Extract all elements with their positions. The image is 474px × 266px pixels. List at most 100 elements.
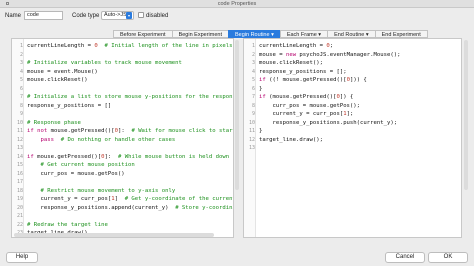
left-vertical-scrollbar[interactable] [235, 40, 239, 190]
code-line[interactable]: 7 if (mouse.getPressed()[0]) { [244, 93, 461, 102]
line-number: 4 [251, 68, 255, 75]
cancel-button[interactable]: Cancel [385, 252, 425, 263]
code-text: # Response phase [27, 119, 81, 126]
tab-end-experiment[interactable]: End Experiment [374, 30, 428, 38]
code-line[interactable]: 18 # Restrict mouse movement to y-axis o… [12, 187, 233, 196]
code-text: } [259, 128, 263, 134]
line-number: 14 [16, 153, 23, 160]
tab-begin-experiment[interactable]: Begin Experiment [171, 30, 228, 38]
code-text: response_y_positions.append(current_y) #… [27, 204, 233, 211]
code-line[interactable]: 6} [244, 85, 461, 94]
code-line[interactable]: 20 response_y_positions.append(current_y… [12, 204, 233, 213]
tab-before-experiment[interactable]: Before Experiment [113, 30, 172, 38]
code-line[interactable]: 2 [12, 51, 233, 60]
tab-each-frame[interactable]: Each Frame ▾ [279, 30, 328, 38]
code-line[interactable]: 22 # Redraw the target line [12, 221, 233, 230]
python-code-editor[interactable]: 1 currentLineLength = 0 # Initial length … [11, 38, 234, 238]
code-line[interactable]: 1 currentLineLength = 0 # Initial length … [12, 42, 233, 51]
code-text: response_y_positions.push(current_y); [259, 119, 398, 126]
line-number: 18 [16, 187, 23, 194]
code-text: # Initialize a list to store mouse y-pos… [27, 94, 234, 100]
code-line[interactable]: 3 # Initialize variables to track mouse m… [12, 59, 233, 68]
code-text: mouse = event.Mouse() [27, 68, 98, 75]
code-text: currentLineLength = 0 # Initial length o… [27, 43, 233, 49]
line-number: 22 [16, 221, 23, 228]
disabled-label: disabled [146, 13, 169, 19]
ok-button[interactable]: OK [428, 252, 468, 263]
code-type-value: Auto->JS [104, 12, 127, 18]
name-field[interactable]: code [24, 11, 63, 20]
line-number: 6 [251, 85, 255, 92]
code-type-select[interactable]: Auto->JS ▾ [101, 11, 134, 20]
code-line[interactable]: 5 mouse.clickReset() [12, 76, 233, 85]
right-vertical-scrollbar[interactable] [464, 40, 468, 190]
code-text: # Restrict mouse movement to y-axis only [40, 187, 176, 194]
code-text: # Get current mouse position [40, 162, 135, 168]
code-line[interactable]: 9 current_y = curr_pos[1]; [244, 110, 461, 119]
left-horizontal-scrollbar[interactable] [14, 233, 214, 237]
line-number: 2 [19, 51, 23, 58]
code-line[interactable]: 15 # Get current mouse position [12, 161, 233, 170]
tab-begin-routine[interactable]: Begin Routine ▾ [227, 30, 280, 38]
code-line[interactable]: 19 current_y = curr_pos[1] # Get y-coord… [12, 195, 233, 204]
code-line[interactable]: 12 pass # Do nothing or handle other cas… [12, 136, 233, 145]
code-line[interactable]: 1 currentLineLength = 0; [244, 42, 461, 51]
line-number: 9 [19, 111, 23, 117]
line-number: 5 [251, 77, 255, 83]
code-text: response_y_positions = [] [27, 102, 112, 109]
code-line[interactable]: 8 curr_pos = mouse.getPos(); [244, 102, 461, 111]
code-line[interactable]: 3 mouse.clickReset(); [244, 59, 461, 68]
code-line[interactable]: 4 response_y_positions = []; [244, 68, 461, 77]
code-text: currentLineLength = 0; [259, 43, 334, 49]
code-line[interactable]: 12 target_line.draw(); [244, 136, 461, 145]
code-line[interactable]: 11} [244, 127, 461, 136]
code-text: target_line.draw(); [259, 136, 323, 143]
line-number: 7 [19, 94, 23, 100]
dialog-footer: Help Cancel OK [0, 240, 474, 266]
code-line[interactable]: 11 if not mouse.getPressed()[0]: # Wait f… [12, 127, 233, 136]
code-text: current_y = curr_pos[1] # Get y-coordina… [27, 196, 234, 202]
javascript-code-editor[interactable]: 1 currentLineLength = 0; 2 mouse = new psyc… [243, 38, 462, 238]
line-number: 12 [248, 136, 255, 143]
code-line[interactable]: 7 # Initialize a list to store mouse y-po… [12, 93, 233, 102]
line-number: 5 [19, 77, 23, 83]
line-number: 21 [16, 213, 23, 219]
disabled-checkbox[interactable] [138, 12, 144, 18]
line-number: 13 [16, 145, 23, 151]
code-line[interactable]: 13 [12, 144, 233, 153]
code-line[interactable]: 21 [12, 212, 233, 221]
code-line[interactable]: 13 [244, 144, 461, 153]
code-text: mouse.clickReset() [27, 77, 88, 83]
properties-row: Name code Code type Auto->JS ▾ disabled [0, 9, 474, 29]
code-line[interactable]: 16 curr_pos = mouse.getPos() [12, 170, 233, 179]
code-line[interactable]: 14 if mouse.getPressed()[0]: # While mous… [12, 153, 233, 162]
code-line[interactable]: 4 mouse = event.Mouse() [12, 68, 233, 77]
tab-bar: Before Experiment Begin Experiment Begin… [113, 30, 428, 38]
code-line[interactable]: 10 # Response phase [12, 119, 233, 128]
code-line[interactable]: 24 [12, 238, 233, 239]
line-number: 20 [16, 204, 23, 211]
help-button[interactable]: Help [6, 252, 38, 263]
code-line[interactable]: 17 [12, 178, 233, 187]
tab-end-routine[interactable]: End Routine ▾ [327, 30, 375, 38]
code-line[interactable]: 2 mouse = new psychoJS.eventManager.Mouse… [244, 51, 461, 60]
line-number: 8 [251, 102, 255, 109]
code-text: mouse.clickReset(); [259, 60, 323, 66]
code-text: # Redraw the target line [27, 221, 108, 228]
line-number: 10 [248, 119, 255, 126]
code-text: response_y_positions = []; [259, 68, 347, 75]
code-line[interactable]: 8 response_y_positions = [] [12, 102, 233, 111]
line-number: 16 [16, 170, 23, 177]
line-number: 1 [19, 43, 23, 49]
code-line[interactable]: 6 [12, 85, 233, 94]
code-line[interactable]: 9 [12, 110, 233, 119]
line-number: 15 [16, 162, 23, 168]
line-number: 2 [251, 51, 255, 58]
code-line[interactable]: 10 response_y_positions.push(current_y); [244, 119, 461, 128]
line-number: 13 [248, 145, 255, 151]
line-number: 19 [16, 196, 23, 202]
line-number: 11 [16, 128, 23, 134]
name-label: Name [5, 13, 22, 19]
code-line[interactable]: 5 if ((! mouse.getPressed()[0])) { [244, 76, 461, 85]
chevron-down-icon: ▾ [126, 12, 132, 19]
